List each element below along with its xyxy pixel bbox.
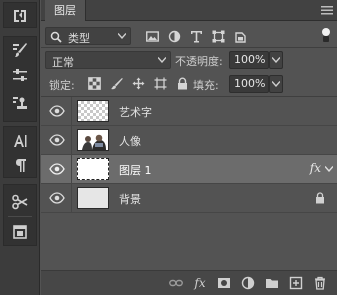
- visibility-eye-icon[interactable]: [49, 163, 65, 175]
- fill-input[interactable]: 100%: [229, 75, 269, 93]
- lock-image-pixels-icon[interactable]: [109, 76, 123, 90]
- tool-strip: [0, 0, 40, 295]
- filter-icons: [145, 27, 247, 45]
- adjustment-layer-icon[interactable]: [241, 276, 255, 290]
- visibility-eye-icon[interactable]: [49, 134, 65, 146]
- filter-kind-label: 类型: [68, 32, 90, 45]
- panel-menu-icon[interactable]: [321, 5, 333, 15]
- filter-toggle-icon[interactable]: [321, 28, 331, 42]
- eye-separator: [71, 184, 72, 212]
- chevron-down-icon: [158, 57, 166, 63]
- sliders-icon: [13, 69, 27, 81]
- strip-group-tools: [3, 184, 37, 246]
- lock-label: 锁定:: [49, 79, 75, 92]
- add-mask-icon[interactable]: [217, 276, 231, 290]
- layers-list: 艺术字 人像 图层 1 fx 背景: [41, 93, 337, 269]
- opacity-dropdown-button[interactable]: [269, 51, 283, 69]
- chevron-down-icon: [272, 81, 280, 87]
- character-icon: [14, 135, 27, 147]
- lock-transparent-pixels-icon[interactable]: [87, 76, 101, 90]
- tool-presets-button[interactable]: [4, 191, 36, 213]
- layer-name: 人像: [119, 135, 141, 148]
- brush-settings-button[interactable]: [4, 39, 36, 61]
- tab-layers[interactable]: 图层: [45, 0, 86, 21]
- layer-name: 艺术字: [119, 106, 152, 119]
- smart-object-filter-icon[interactable]: [233, 29, 247, 43]
- lock-all-icon[interactable]: [175, 76, 189, 90]
- eye-separator: [71, 97, 72, 125]
- lock-artboard-icon[interactable]: [153, 76, 167, 90]
- link-layers-icon[interactable]: [169, 276, 183, 290]
- layer-row[interactable]: 艺术字: [41, 97, 337, 126]
- eye-separator: [71, 155, 72, 183]
- paragraph-icon: [16, 159, 26, 172]
- opacity-input[interactable]: 100%: [229, 51, 269, 69]
- eye-separator: [71, 126, 72, 154]
- properties-panel-button[interactable]: [4, 221, 36, 243]
- panel-tab-bar: 图层: [41, 0, 337, 21]
- new-layer-icon[interactable]: [289, 276, 303, 290]
- strip-group-history: [3, 2, 37, 28]
- fill-dropdown-button[interactable]: [269, 75, 283, 93]
- chevron-down-icon: [118, 33, 126, 39]
- layer-name: 图层 1: [119, 164, 152, 177]
- visibility-eye-icon[interactable]: [49, 105, 65, 117]
- layers-panel: 图层 类型 正常 不透明度: 100% 锁定: 填充: 100% 艺术字 人像 …: [41, 0, 337, 295]
- opacity-label: 不透明度:: [175, 55, 223, 68]
- strip-divider: [8, 216, 32, 217]
- strip-group-type: [3, 126, 37, 178]
- chevron-down-icon[interactable]: [325, 166, 333, 172]
- layer-name: 背景: [119, 193, 141, 206]
- fill-label: 填充:: [193, 79, 219, 92]
- adjustments-button[interactable]: [4, 65, 36, 87]
- type-filter-icon[interactable]: [189, 29, 203, 43]
- layer-row[interactable]: 背景: [41, 184, 337, 213]
- filter-row: 类型: [41, 24, 337, 48]
- layer-effects-badge[interactable]: fx: [310, 161, 321, 175]
- clone-source-button[interactable]: [4, 93, 36, 115]
- new-group-icon[interactable]: [265, 276, 279, 290]
- image-filter-icon[interactable]: [145, 29, 159, 43]
- filter-kind-select[interactable]: 类型: [45, 27, 131, 45]
- search-icon: [50, 31, 62, 43]
- delete-layer-icon[interactable]: [313, 276, 327, 290]
- scissors-icon: [12, 194, 28, 210]
- lock-icons: [87, 76, 189, 90]
- layers-footer: fx: [41, 270, 337, 295]
- layer-thumbnail: [77, 129, 109, 151]
- history-panel-button[interactable]: [4, 4, 36, 26]
- shape-filter-icon[interactable]: [211, 29, 225, 43]
- adjustment-filter-icon[interactable]: [167, 29, 181, 43]
- brush-settings-icon: [13, 43, 27, 57]
- fx-icon[interactable]: fx: [193, 276, 207, 290]
- blend-mode-select[interactable]: 正常: [45, 51, 171, 69]
- strip-group-adjust: [3, 36, 37, 122]
- layer-thumbnail: [77, 100, 109, 122]
- visibility-eye-icon[interactable]: [49, 192, 65, 204]
- blend-mode-label: 正常: [52, 56, 74, 69]
- lock-position-icon[interactable]: [131, 76, 145, 90]
- layer-row-selected[interactable]: 图层 1 fx: [41, 155, 337, 184]
- history-icon: [14, 10, 26, 22]
- paragraph-panel-button[interactable]: [4, 154, 36, 176]
- layer-lock-icon: [316, 192, 324, 204]
- stamp-icon: [13, 97, 27, 109]
- layer-thumbnail: [77, 187, 109, 209]
- chevron-down-icon: [272, 57, 280, 63]
- layer-thumbnail: [77, 158, 109, 180]
- layer-row[interactable]: 人像: [41, 126, 337, 155]
- properties-icon: [13, 225, 27, 239]
- footer-icons: fx: [169, 276, 327, 290]
- portrait-thumbnail-image: [78, 130, 108, 150]
- character-panel-button[interactable]: [4, 130, 36, 152]
- blend-row: 正常 不透明度: 100%: [41, 48, 337, 72]
